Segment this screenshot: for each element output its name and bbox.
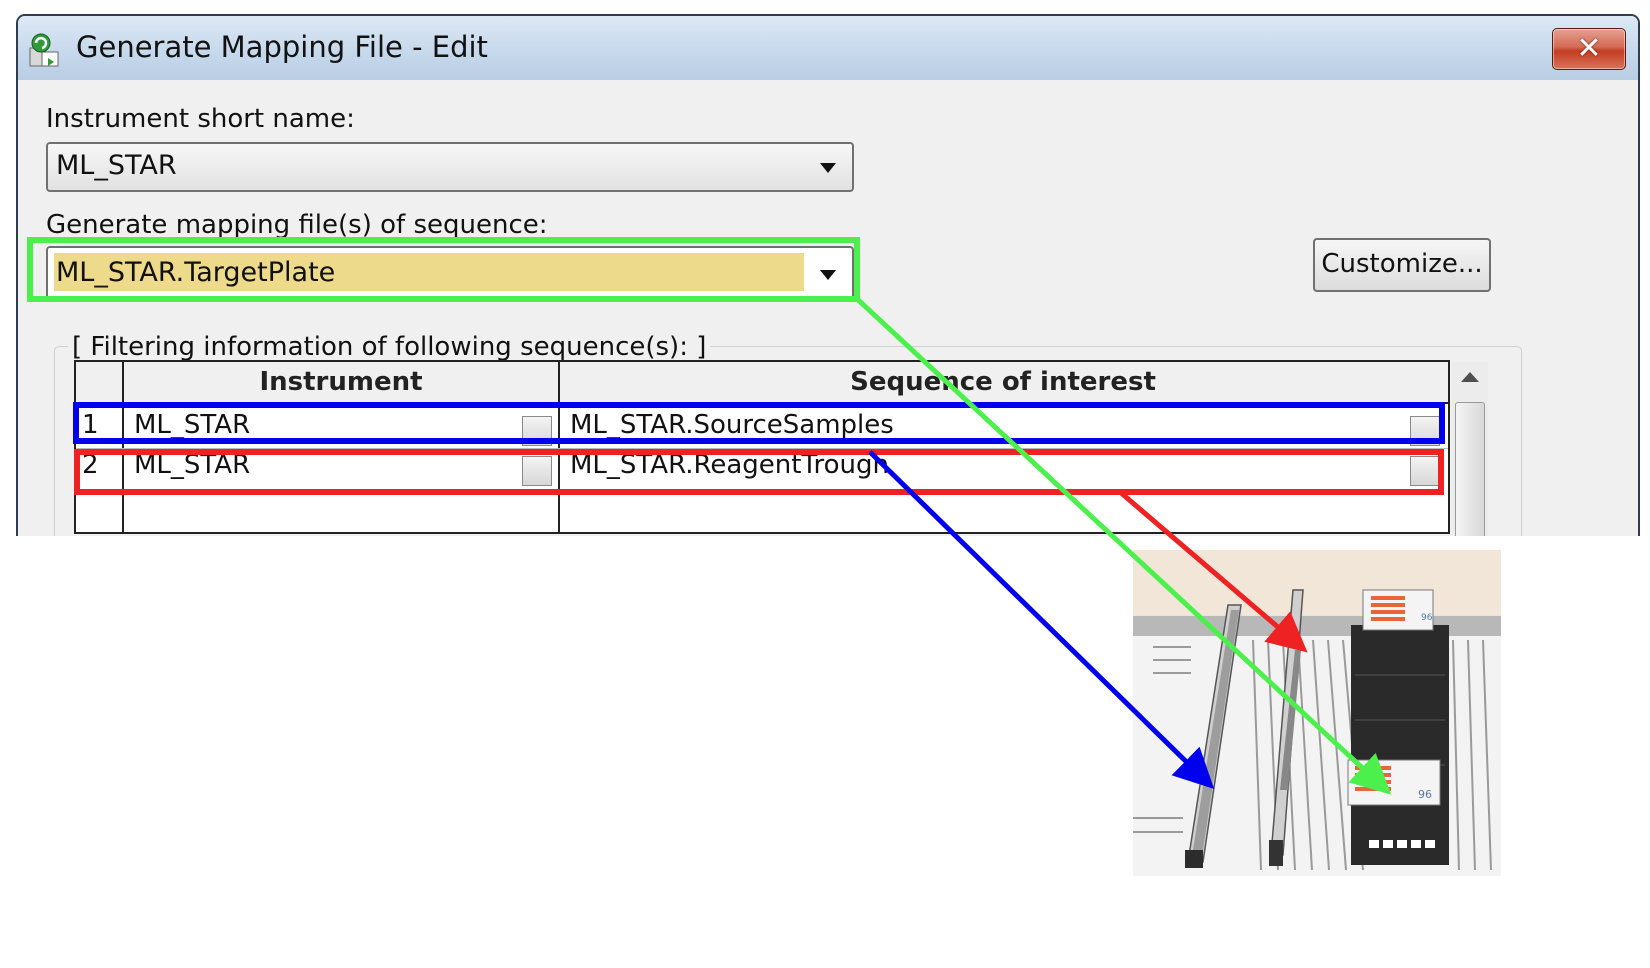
target-sequence-highlight	[27, 237, 860, 302]
source-arrow	[868, 450, 1215, 789]
target-arrow	[853, 295, 1392, 795]
reagent-row-highlight	[74, 449, 1444, 495]
annotation-overlay	[27, 237, 1445, 795]
source-row-highlight	[73, 402, 1445, 444]
